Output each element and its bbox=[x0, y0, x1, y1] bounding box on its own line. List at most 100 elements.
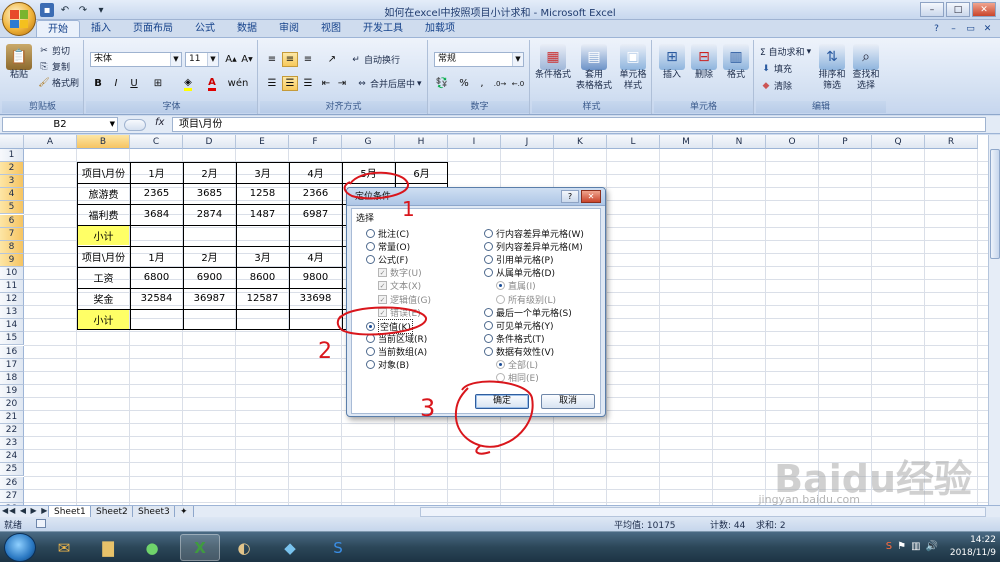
font-size-select[interactable]: 11 ▼ bbox=[185, 52, 219, 67]
select-all-corner[interactable] bbox=[0, 135, 24, 149]
row-header-20[interactable]: 20 bbox=[0, 397, 24, 411]
percent-button[interactable]: % bbox=[456, 76, 472, 91]
table-cell[interactable]: 6987 bbox=[289, 204, 342, 225]
column-header-a[interactable]: A bbox=[24, 135, 77, 149]
horizontal-scrollbar[interactable] bbox=[420, 507, 986, 517]
fill-button[interactable]: ⬇ 填充 bbox=[760, 62, 792, 76]
column-header-q[interactable]: Q bbox=[872, 135, 925, 149]
align-top-button[interactable]: ≡ bbox=[264, 52, 280, 67]
tab-page-layout[interactable]: 页面布局 bbox=[122, 20, 184, 38]
option-right_options-0[interactable]: 行内容差异单元格(W) bbox=[484, 227, 584, 240]
borders-button[interactable]: ⊞ bbox=[150, 76, 166, 91]
input-method-icon[interactable]: S bbox=[886, 541, 892, 552]
wrap-text-button[interactable]: ↵ 自动换行 bbox=[350, 53, 400, 67]
table-cell[interactable]: 2874 bbox=[183, 204, 236, 225]
fill-color-button[interactable]: ◈ bbox=[180, 76, 196, 91]
option-right_options-7[interactable]: 可见单元格(Y) bbox=[484, 319, 554, 332]
ribbon-minimize-icon[interactable]: – bbox=[947, 22, 960, 35]
taskbar-app-sogou[interactable]: S bbox=[318, 534, 358, 561]
column-header-e[interactable]: E bbox=[236, 135, 289, 149]
option-left_options-1[interactable]: 常量(O) bbox=[366, 240, 410, 253]
row-header-22[interactable]: 22 bbox=[0, 424, 24, 438]
start-button[interactable] bbox=[4, 533, 36, 562]
phonetic-button[interactable]: wén bbox=[228, 76, 249, 91]
taskbar-app-explorer[interactable]: ▇ bbox=[88, 534, 128, 561]
taskbar-app-excel[interactable]: X bbox=[180, 534, 220, 561]
clear-button[interactable]: ◆ 清除 bbox=[760, 79, 792, 93]
tab-home[interactable]: 开始 bbox=[36, 20, 80, 38]
table-cell[interactable] bbox=[236, 309, 289, 330]
table-cell[interactable]: 1月 bbox=[130, 162, 183, 183]
table-cell[interactable]: 项目\月份 bbox=[77, 162, 130, 183]
italic-button[interactable]: I bbox=[108, 76, 124, 91]
table-cell[interactable]: 2月 bbox=[183, 246, 236, 267]
column-header-f[interactable]: F bbox=[289, 135, 342, 149]
row-header-11[interactable]: 11 bbox=[0, 280, 24, 294]
vertical-scrollbar[interactable] bbox=[988, 135, 1000, 505]
column-header-r[interactable]: R bbox=[925, 135, 978, 149]
row-header-4[interactable]: 4 bbox=[0, 188, 24, 202]
option-right_options-9[interactable]: 数据有效性(V) bbox=[484, 345, 554, 358]
row-header-17[interactable]: 17 bbox=[0, 358, 24, 372]
scrollbar-thumb[interactable] bbox=[990, 149, 1000, 259]
cancel-button[interactable]: 取消 bbox=[541, 394, 595, 409]
table-cell[interactable]: 3月 bbox=[236, 246, 289, 267]
minimize-button[interactable]: – bbox=[920, 2, 944, 17]
table-cell[interactable]: 3684 bbox=[130, 204, 183, 225]
table-cell[interactable]: 33698 bbox=[289, 288, 342, 309]
dialog-close-button[interactable]: ✕ bbox=[581, 190, 601, 203]
column-header-o[interactable]: O bbox=[766, 135, 819, 149]
insert-cells-button[interactable]: ⊞ 插入 bbox=[656, 44, 688, 81]
shrink-font-button[interactable]: A ▼ bbox=[239, 52, 255, 67]
formula-input[interactable]: 项目\月份 bbox=[172, 117, 986, 132]
insert-function-button[interactable]: fx bbox=[155, 117, 164, 128]
align-center-button[interactable]: ☰ bbox=[282, 76, 298, 91]
ribbon-close-icon[interactable]: ✕ bbox=[981, 22, 994, 35]
row-header-18[interactable]: 18 bbox=[0, 371, 24, 385]
conditional-format-button[interactable]: ▦ 条件格式 bbox=[534, 44, 572, 81]
delete-cells-button[interactable]: ⊟ 删除 bbox=[688, 44, 720, 81]
tab-view[interactable]: 视图 bbox=[310, 20, 352, 38]
table-cell[interactable]: 5月 bbox=[342, 162, 395, 183]
align-left-button[interactable]: ☰ bbox=[264, 76, 280, 91]
ribbon-restore-icon[interactable]: ▭ bbox=[964, 22, 977, 35]
underline-button[interactable]: U bbox=[126, 76, 142, 91]
row-header-6[interactable]: 6 bbox=[0, 214, 24, 228]
column-header-c[interactable]: C bbox=[130, 135, 183, 149]
table-cell[interactable]: 福利费 bbox=[77, 204, 130, 225]
row-header-16[interactable]: 16 bbox=[0, 345, 24, 359]
network-icon[interactable]: ▥ bbox=[911, 541, 920, 552]
number-format-select[interactable]: 常规 ▼ bbox=[434, 52, 524, 67]
row-header-1[interactable]: 1 bbox=[0, 149, 24, 163]
cell-styles-button[interactable]: ▣ 单元格 样式 bbox=[616, 44, 650, 92]
option-left_options-8[interactable]: 当前区域(R) bbox=[366, 332, 427, 345]
row-header-10[interactable]: 10 bbox=[0, 266, 24, 280]
table-cell[interactable]: 9800 bbox=[289, 267, 342, 288]
decrease-indent-button[interactable]: ⇤ bbox=[318, 76, 334, 91]
table-cell[interactable]: 6月 bbox=[395, 162, 448, 183]
table-cell[interactable]: 工资 bbox=[77, 267, 130, 288]
tab-data[interactable]: 数据 bbox=[226, 20, 268, 38]
dialog-help-button[interactable]: ? bbox=[561, 190, 579, 203]
row-header-13[interactable]: 13 bbox=[0, 306, 24, 320]
column-header-k[interactable]: K bbox=[554, 135, 607, 149]
find-select-button[interactable]: ⌕ 查找和 选择 bbox=[850, 44, 882, 92]
clock[interactable]: 14:22 2018/11/9 bbox=[950, 534, 996, 560]
macro-record-icon[interactable] bbox=[36, 519, 46, 528]
office-button[interactable] bbox=[2, 2, 36, 36]
row-header-9[interactable]: 9 bbox=[0, 253, 24, 267]
option-left_options-0[interactable]: 批注(C) bbox=[366, 227, 409, 240]
align-middle-button[interactable]: ≡ bbox=[282, 52, 298, 67]
table-cell[interactable]: 32584 bbox=[130, 288, 183, 309]
option-left_options-2[interactable]: 公式(F) bbox=[366, 253, 408, 266]
column-header-i[interactable]: I bbox=[448, 135, 501, 149]
orientation-button[interactable]: ↗ bbox=[324, 52, 340, 67]
increase-indent-button[interactable]: ⇥ bbox=[334, 76, 350, 91]
table-cell[interactable]: 12587 bbox=[236, 288, 289, 309]
row-header-15[interactable]: 15 bbox=[0, 332, 24, 346]
row-header-24[interactable]: 24 bbox=[0, 450, 24, 464]
table-cell[interactable]: 小计 bbox=[77, 225, 130, 246]
table-cell[interactable]: 项目\月份 bbox=[77, 246, 130, 267]
table-cell[interactable] bbox=[183, 309, 236, 330]
font-name-select[interactable]: 宋体 ▼ bbox=[90, 52, 182, 67]
